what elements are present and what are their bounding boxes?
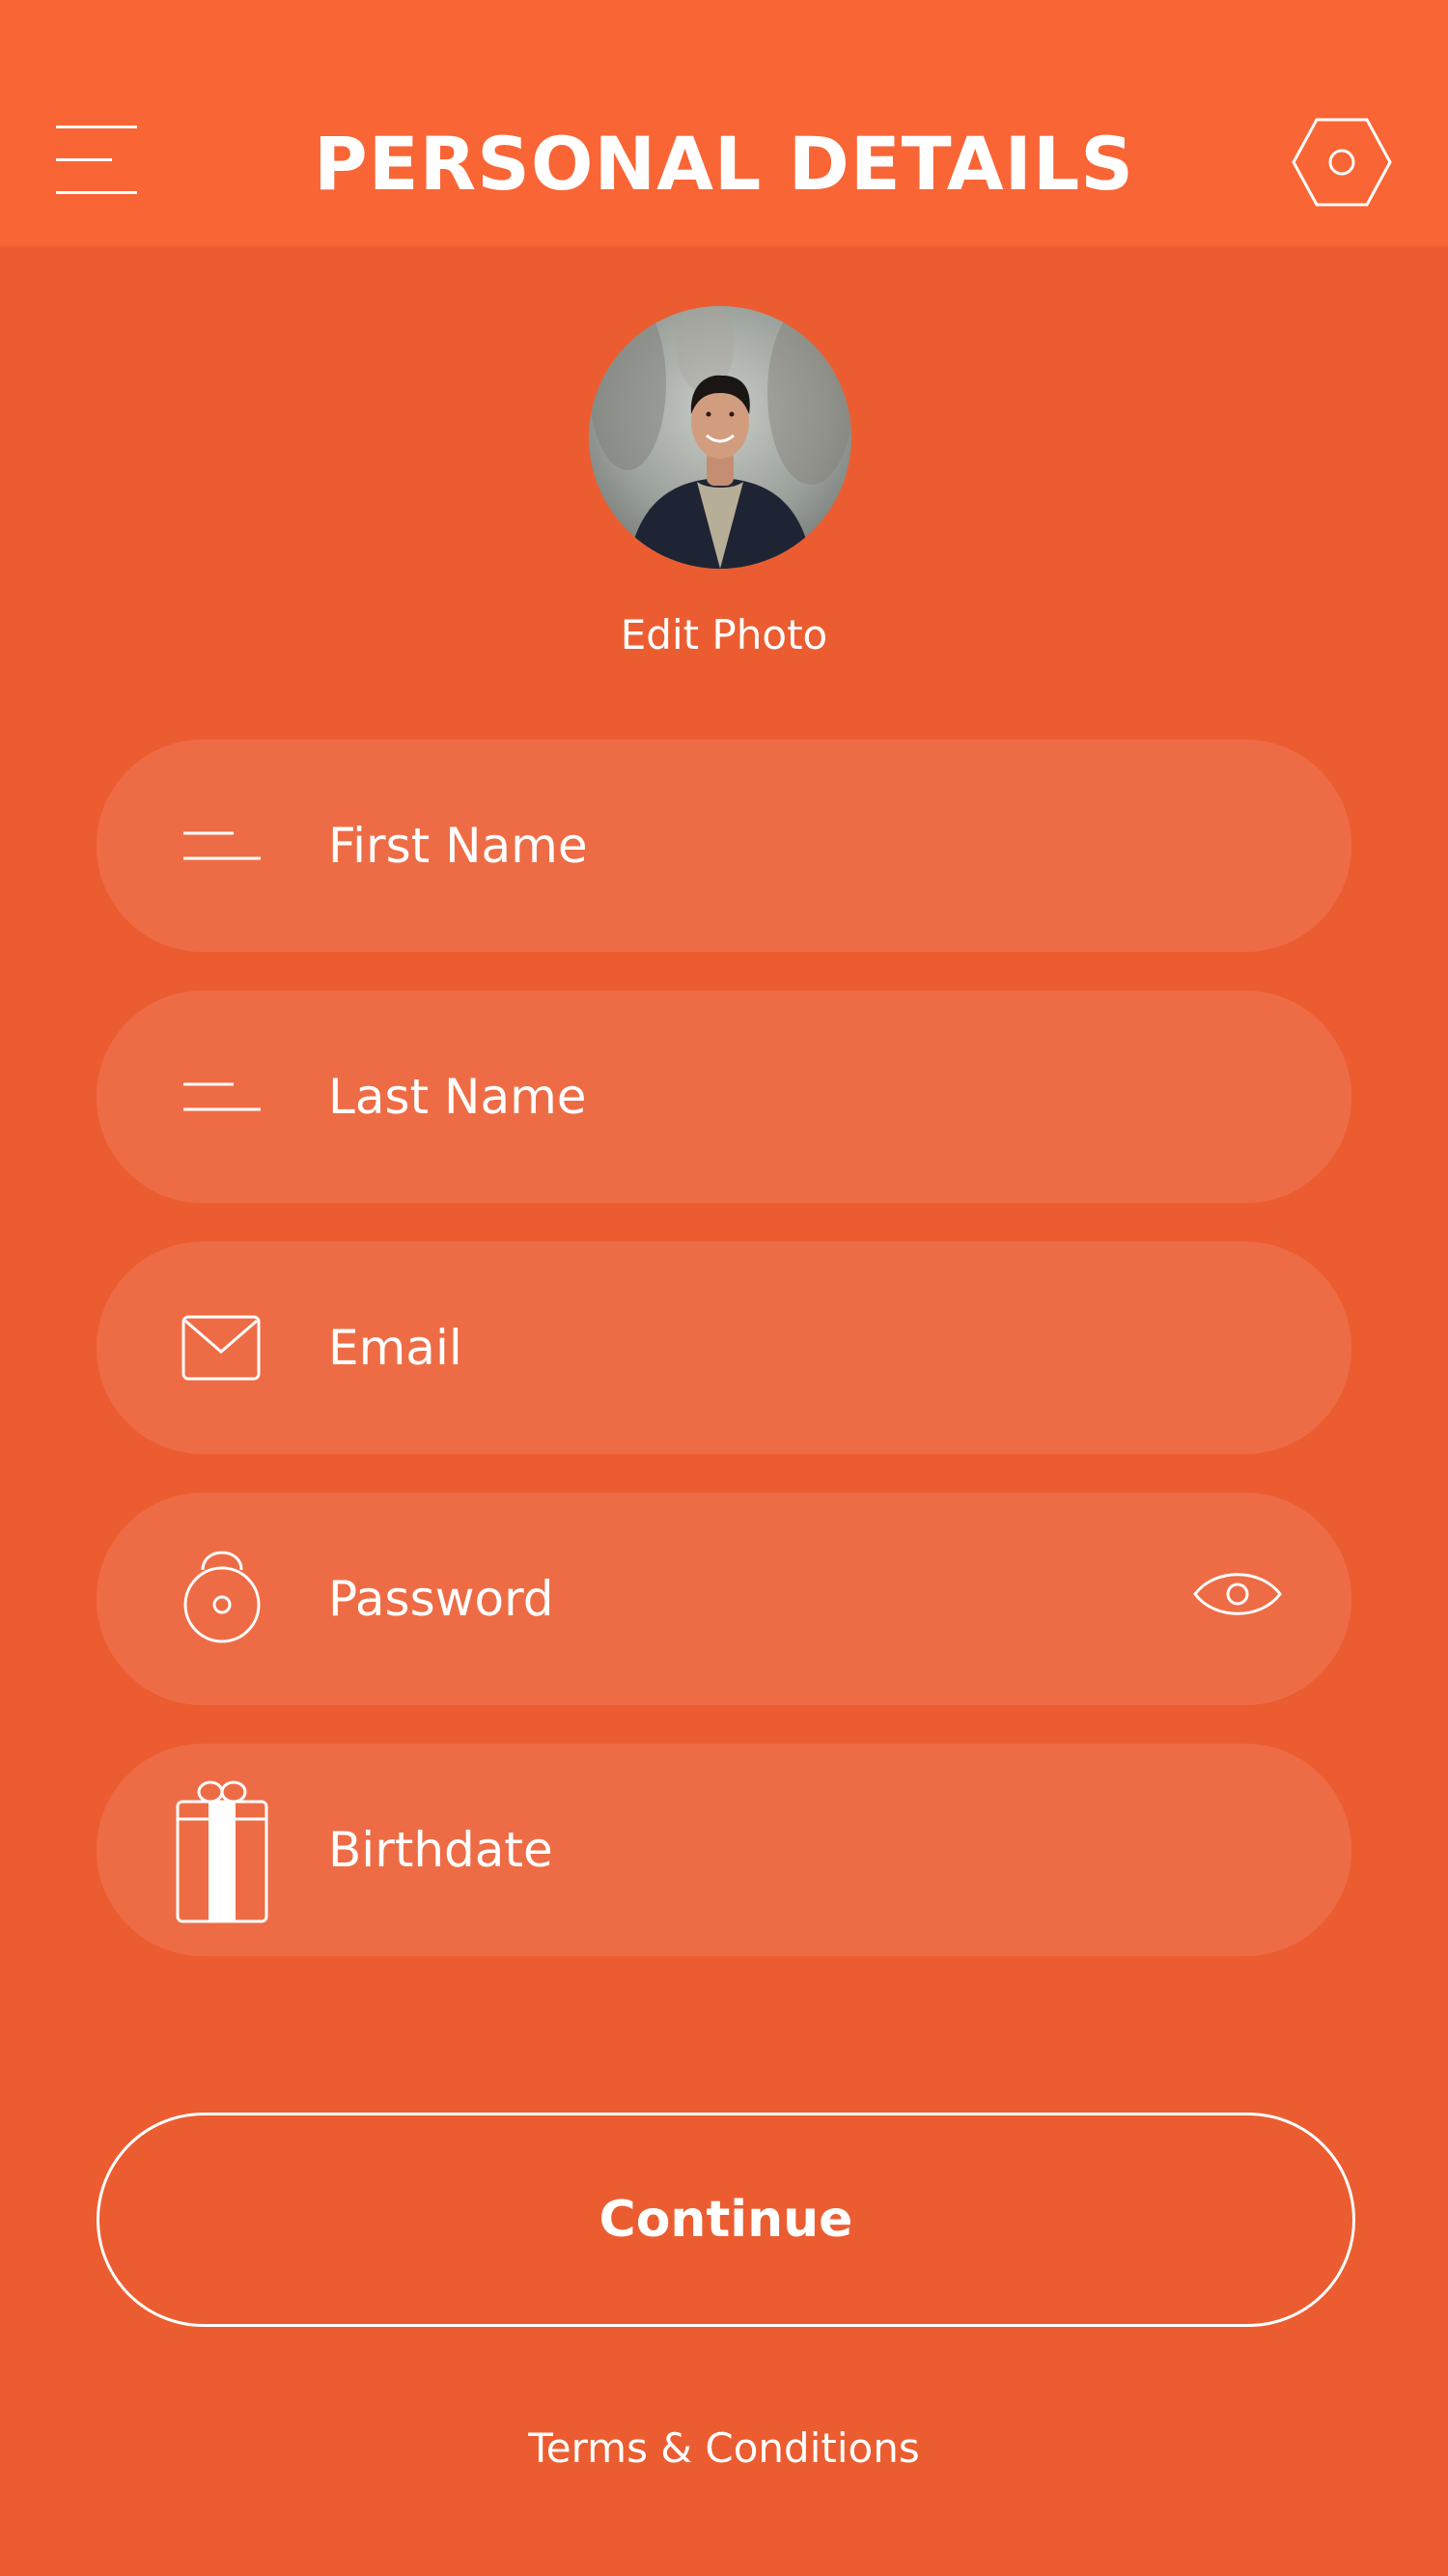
text-lines-icon	[174, 740, 270, 952]
birthdate-field[interactable]: Birthdate	[97, 1744, 1351, 1956]
eye-icon[interactable]	[1191, 1560, 1284, 1628]
lock-icon	[174, 1493, 270, 1705]
page-title: PERSONAL DETAILS	[314, 121, 1134, 207]
first-name-field[interactable]: First Name	[97, 740, 1351, 952]
settings-icon[interactable]	[1292, 116, 1392, 209]
avatar[interactable]	[589, 306, 851, 569]
continue-button[interactable]: Continue	[97, 2113, 1355, 2327]
terms-conditions-link[interactable]: Terms & Conditions	[386, 2418, 1062, 2479]
header-bar: PERSONAL DETAILS	[0, 0, 1448, 246]
edit-photo-link[interactable]: Edit Photo	[483, 604, 965, 666]
first-name-placeholder: First Name	[328, 818, 588, 874]
email-field[interactable]: Email	[97, 1242, 1351, 1454]
hamburger-menu-icon[interactable]	[56, 124, 137, 197]
password-placeholder: Password	[328, 1571, 554, 1627]
birthdate-placeholder: Birthdate	[328, 1822, 553, 1878]
gift-icon	[174, 1744, 270, 1956]
envelope-icon	[174, 1242, 270, 1454]
last-name-field[interactable]: Last Name	[97, 991, 1351, 1203]
last-name-placeholder: Last Name	[328, 1069, 587, 1125]
password-field[interactable]: Password	[97, 1493, 1351, 1705]
text-lines-icon	[174, 991, 270, 1203]
email-placeholder: Email	[328, 1320, 462, 1376]
